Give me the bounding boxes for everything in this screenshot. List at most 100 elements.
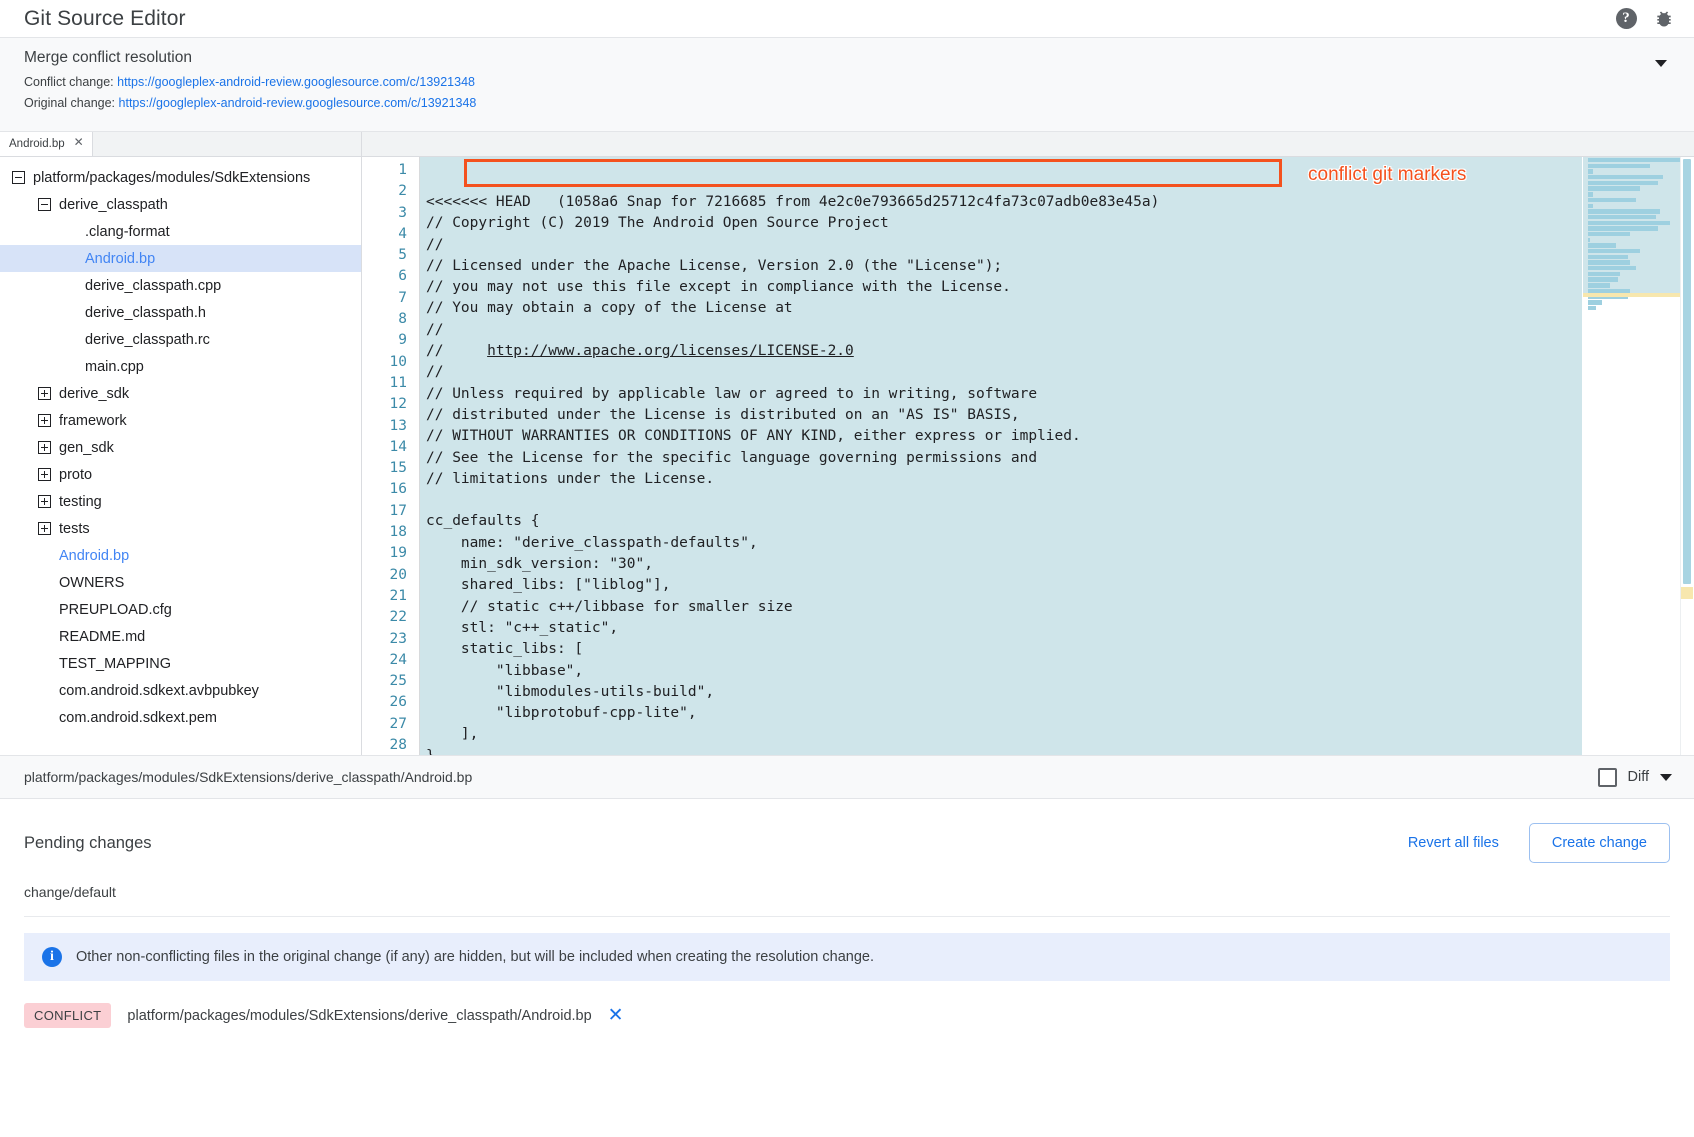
- tree-item-label: framework: [59, 413, 127, 429]
- chevron-down-icon[interactable]: [1660, 774, 1672, 781]
- tree-item-label: TEST_MAPPING: [59, 656, 171, 672]
- code-line: cc_defaults {: [426, 511, 1582, 532]
- minimap-line: [1588, 158, 1683, 162]
- tree-item-label: derive_classpath.cpp: [85, 278, 221, 294]
- chevron-down-icon[interactable]: [1650, 52, 1672, 74]
- code-minimap[interactable]: [1582, 157, 1694, 755]
- status-badge: CONFLICT: [24, 1003, 111, 1028]
- minimap-line: [1588, 232, 1630, 236]
- line-number: 10: [362, 352, 407, 373]
- file-tab-strip: Android.bp ✕: [0, 132, 361, 157]
- file-tab-android-bp[interactable]: Android.bp ✕: [0, 132, 93, 156]
- tree-item-label: com.android.sdkext.avbpubkey: [59, 683, 259, 699]
- tree-item-label: derive_classpath: [59, 197, 168, 213]
- expand-icon[interactable]: [38, 414, 51, 427]
- tree-item[interactable]: com.android.sdkext.avbpubkey: [0, 677, 361, 704]
- vertical-scrollbar[interactable]: [1680, 157, 1694, 755]
- diff-label: Diff: [1628, 769, 1650, 785]
- tree-item-label: com.android.sdkext.pem: [59, 710, 217, 726]
- info-icon: i: [42, 947, 62, 967]
- info-banner-text: Other non-conflicting files in the origi…: [76, 949, 874, 965]
- create-change-button[interactable]: Create change: [1529, 823, 1670, 863]
- tree-item[interactable]: main.cpp: [0, 353, 361, 380]
- tree-item[interactable]: OWNERS: [0, 569, 361, 596]
- tree-item[interactable]: TEST_MAPPING: [0, 650, 361, 677]
- minimap-line: [1588, 249, 1640, 253]
- close-icon[interactable]: ✕: [74, 136, 84, 148]
- scrollbar-thumb[interactable]: [1683, 159, 1691, 584]
- line-number: 16: [362, 479, 407, 500]
- conflict-file-path: platform/packages/modules/SdkExtensions/…: [127, 1008, 591, 1024]
- license-url-link[interactable]: http://www.apache.org/licenses/LICENSE-2…: [487, 343, 854, 359]
- tree-item[interactable]: platform/packages/modules/SdkExtensions: [0, 164, 361, 191]
- code-lines: <<<<<<< HEAD (1058a6 Snap for 7216685 fr…: [426, 192, 1582, 755]
- tree-item-label: derive_sdk: [59, 386, 129, 402]
- code-line: // Copyright (C) 2019 The Android Open S…: [426, 213, 1582, 234]
- change-name: change/default: [24, 884, 1670, 917]
- tree-item[interactable]: .clang-format: [0, 218, 361, 245]
- close-icon[interactable]: ✕: [608, 1006, 624, 1025]
- tree-item[interactable]: derive_classpath.cpp: [0, 272, 361, 299]
- expand-icon[interactable]: [38, 441, 51, 454]
- tree-item[interactable]: Android.bp: [0, 542, 361, 569]
- line-number: 23: [362, 629, 407, 650]
- tree-item[interactable]: com.android.sdkext.pem: [0, 704, 361, 731]
- line-number: 12: [362, 394, 407, 415]
- expand-icon[interactable]: [38, 495, 51, 508]
- help-icon[interactable]: ?: [1612, 5, 1640, 33]
- conflict-change-link[interactable]: https://googleplex-android-review.google…: [117, 75, 475, 89]
- tree-item[interactable]: derive_classpath.h: [0, 299, 361, 326]
- tree-item[interactable]: testing: [0, 488, 361, 515]
- diff-control: Diff: [1598, 768, 1673, 787]
- line-number: 14: [362, 437, 407, 458]
- code-line: "libbase",: [426, 661, 1582, 682]
- tree-item[interactable]: Android.bp: [0, 245, 361, 272]
- tree-item[interactable]: derive_classpath: [0, 191, 361, 218]
- code-line: // You may obtain a copy of the License …: [426, 298, 1582, 319]
- code-line: static_libs: [: [426, 639, 1582, 660]
- minimap-line: [1588, 215, 1656, 219]
- tree-item[interactable]: framework: [0, 407, 361, 434]
- original-change-link[interactable]: https://googleplex-android-review.google…: [119, 96, 477, 110]
- expand-icon[interactable]: [38, 522, 51, 535]
- collapse-icon[interactable]: [38, 198, 51, 211]
- code-content[interactable]: <<<<<<< HEAD (1058a6 Snap for 7216685 fr…: [420, 157, 1582, 755]
- line-number: 7: [362, 288, 407, 309]
- bug-icon[interactable]: [1650, 5, 1678, 33]
- conflict-marker-annotation-box: [464, 159, 1282, 187]
- tree-item[interactable]: PREUPLOAD.cfg: [0, 596, 361, 623]
- code-line: name: "derive_classpath-defaults",: [426, 533, 1582, 554]
- tree-item-label: OWNERS: [59, 575, 124, 591]
- caret-glyph: [1660, 774, 1672, 781]
- caret-glyph: [1655, 60, 1667, 67]
- code-line: }: [426, 746, 1582, 755]
- minimap-line: [1588, 181, 1658, 185]
- pending-changes-title: Pending changes: [24, 834, 1408, 853]
- minimap-line: [1588, 277, 1618, 281]
- tree-item[interactable]: gen_sdk: [0, 434, 361, 461]
- file-tree: platform/packages/modules/SdkExtensions d…: [0, 157, 361, 731]
- editor-body: 1234567891011121314151617181920212223242…: [362, 157, 1694, 755]
- minimap-line: [1588, 169, 1593, 173]
- minimap-line: [1588, 238, 1590, 242]
- tree-item[interactable]: tests: [0, 515, 361, 542]
- expand-icon[interactable]: [38, 387, 51, 400]
- minimap-line: [1588, 255, 1628, 259]
- line-number: 6: [362, 266, 407, 287]
- revert-all-files-button[interactable]: Revert all files: [1408, 835, 1499, 851]
- original-change-label: Original change:: [24, 96, 115, 110]
- tree-item-label: derive_classpath.h: [85, 305, 206, 321]
- tree-item[interactable]: derive_sdk: [0, 380, 361, 407]
- line-number: 24: [362, 650, 407, 671]
- line-number: 13: [362, 416, 407, 437]
- tree-item[interactable]: README.md: [0, 623, 361, 650]
- line-number: 15: [362, 458, 407, 479]
- tree-item-label: README.md: [59, 629, 145, 645]
- tree-item[interactable]: proto: [0, 461, 361, 488]
- conflict-change-row: Conflict change: https://googleplex-andr…: [24, 75, 1670, 91]
- tree-item[interactable]: derive_classpath.rc: [0, 326, 361, 353]
- collapse-icon[interactable]: [12, 171, 25, 184]
- tree-item-label: testing: [59, 494, 102, 510]
- expand-icon[interactable]: [38, 468, 51, 481]
- diff-checkbox[interactable]: [1598, 768, 1617, 787]
